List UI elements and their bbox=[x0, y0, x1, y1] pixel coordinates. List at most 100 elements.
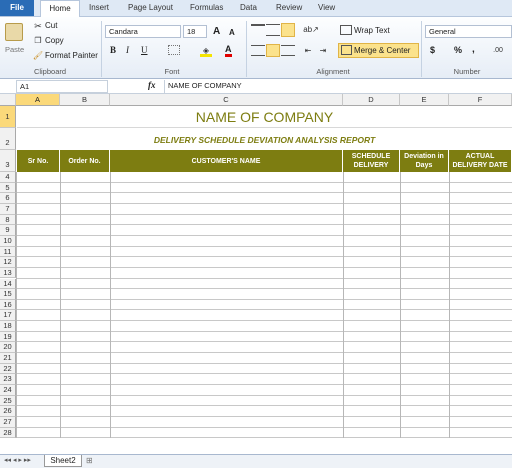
row-header[interactable]: 12 bbox=[0, 257, 16, 268]
header-order-no[interactable]: Order No. bbox=[60, 150, 110, 172]
row-header[interactable]: 15 bbox=[0, 289, 16, 300]
new-sheet-icon[interactable]: ⊞ bbox=[86, 456, 93, 465]
name-box[interactable]: A1 bbox=[16, 80, 108, 93]
row-header[interactable]: 21 bbox=[0, 353, 16, 364]
increase-indent-icon[interactable]: ⇥ bbox=[317, 45, 329, 57]
col-header-c[interactable]: C bbox=[110, 94, 343, 106]
row-gridline bbox=[17, 394, 512, 396]
col-header-f[interactable]: F bbox=[449, 94, 512, 106]
insert-function-button[interactable]: fx bbox=[148, 80, 156, 90]
row-header[interactable]: 16 bbox=[0, 299, 16, 311]
row-header[interactable]: 6 bbox=[0, 193, 16, 204]
row-header[interactable]: 22 bbox=[0, 363, 16, 375]
merge-center-button[interactable]: Merge & Center bbox=[354, 46, 410, 55]
row-header[interactable]: 27 bbox=[0, 416, 16, 428]
fill-color-icon[interactable]: ◈ bbox=[200, 45, 212, 57]
shrink-font-button[interactable]: A bbox=[229, 28, 235, 37]
row-header[interactable]: 18 bbox=[0, 321, 16, 332]
row-header[interactable]: 19 bbox=[0, 331, 16, 343]
tab-review[interactable]: Review bbox=[276, 3, 302, 12]
row-header[interactable]: 20 bbox=[0, 342, 16, 354]
decrease-indent-icon[interactable]: ⇤ bbox=[302, 45, 314, 57]
column-gridline bbox=[343, 172, 344, 439]
col-header-d[interactable]: D bbox=[343, 94, 400, 106]
alignment-group-label: Alignment bbox=[316, 67, 350, 76]
company-name-cell[interactable]: NAME OF COMPANY bbox=[17, 106, 512, 128]
row-header[interactable]: 7 bbox=[0, 203, 16, 215]
tab-page-layout[interactable]: Page Layout bbox=[128, 3, 173, 12]
row-header[interactable]: 13 bbox=[0, 267, 16, 279]
row-header[interactable]: 3 bbox=[0, 150, 16, 172]
row-header[interactable]: 8 bbox=[0, 214, 16, 226]
font-size-select[interactable]: 18 bbox=[183, 25, 207, 38]
increase-decimal-icon[interactable]: .00 bbox=[488, 45, 508, 57]
borders-icon[interactable] bbox=[168, 45, 180, 55]
number-format-select[interactable]: General bbox=[425, 25, 512, 38]
font-color-button[interactable]: A bbox=[225, 44, 232, 57]
row-gridline bbox=[17, 384, 512, 385]
tab-home[interactable]: Home bbox=[40, 0, 80, 17]
sheet-nav-arrows-icon[interactable]: ◂◂ ◂ ▸ ▸▸ bbox=[4, 456, 31, 464]
ribbon: Paste ✂ Cut ❐ Copy 🖌 Format Painter Clip… bbox=[0, 17, 512, 79]
col-header-e[interactable]: E bbox=[400, 94, 449, 106]
column-gridline bbox=[110, 172, 111, 439]
header-deviation-days[interactable]: Deviation in Days bbox=[400, 150, 449, 172]
orientation-icon[interactable]: ab↗ bbox=[303, 24, 319, 36]
row-gridline bbox=[17, 256, 512, 258]
align-center-icon[interactable] bbox=[266, 44, 280, 57]
cut-button[interactable]: Cut bbox=[45, 21, 57, 30]
tab-insert[interactable]: Insert bbox=[89, 3, 109, 12]
currency-button[interactable]: $ bbox=[430, 45, 435, 55]
align-right-icon[interactable] bbox=[281, 45, 295, 56]
comma-button[interactable]: , bbox=[472, 44, 475, 55]
align-top-icon[interactable] bbox=[251, 24, 265, 36]
report-title-cell[interactable]: DELIVERY SCHEDULE DEVIATION ANALYSIS REP… bbox=[17, 128, 512, 150]
tab-file[interactable]: File bbox=[0, 0, 34, 16]
header-sr-no[interactable]: Sr No. bbox=[17, 150, 60, 172]
header-schedule-delivery[interactable]: SCHEDULE DELIVERY bbox=[343, 150, 400, 172]
column-gridline bbox=[60, 172, 61, 439]
row-header[interactable]: 4 bbox=[0, 172, 16, 183]
header-actual-delivery-date[interactable]: ACTUAL DELIVERY DATE bbox=[449, 150, 512, 172]
grow-font-button[interactable]: A bbox=[213, 26, 220, 37]
row-header[interactable]: 5 bbox=[0, 182, 16, 194]
row-gridline bbox=[17, 181, 512, 183]
row-header[interactable]: 25 bbox=[0, 395, 16, 407]
sheet-tab-active[interactable]: Sheet2 bbox=[44, 455, 82, 467]
row-header[interactable]: 2 bbox=[0, 128, 16, 150]
col-header-b[interactable]: B bbox=[60, 94, 110, 106]
align-bottom-icon[interactable] bbox=[281, 23, 295, 37]
underline-button[interactable]: U bbox=[141, 45, 148, 55]
row-header[interactable]: 14 bbox=[0, 278, 16, 290]
header-customer-name[interactable]: CUSTOMER'S NAME bbox=[110, 150, 343, 172]
format-painter-button[interactable]: Format Painter bbox=[45, 51, 98, 60]
row-header[interactable]: 23 bbox=[0, 374, 16, 385]
tab-formulas[interactable]: Formulas bbox=[190, 3, 223, 12]
bold-button[interactable]: B bbox=[110, 45, 116, 55]
italic-button[interactable]: I bbox=[126, 45, 129, 55]
font-name-select[interactable]: Candara bbox=[105, 25, 181, 38]
align-left-icon[interactable] bbox=[251, 45, 265, 56]
paste-button[interactable]: Paste bbox=[5, 45, 24, 54]
tab-view[interactable]: View bbox=[318, 3, 335, 12]
copy-button[interactable]: Copy bbox=[45, 36, 64, 45]
row-header[interactable]: 28 bbox=[0, 427, 16, 439]
row-header[interactable]: 11 bbox=[0, 246, 16, 258]
select-all-corner[interactable] bbox=[0, 94, 16, 106]
row-header[interactable]: 9 bbox=[0, 225, 16, 236]
paste-icon[interactable] bbox=[5, 23, 23, 41]
row-header[interactable]: 10 bbox=[0, 235, 16, 247]
row-header[interactable]: 24 bbox=[0, 385, 16, 396]
tab-data[interactable]: Data bbox=[240, 3, 257, 12]
percent-button[interactable]: % bbox=[454, 45, 462, 55]
row-header[interactable]: 17 bbox=[0, 310, 16, 322]
formula-input[interactable]: NAME OF COMPANY bbox=[164, 80, 512, 93]
align-middle-icon[interactable] bbox=[266, 24, 280, 36]
row-gridline bbox=[17, 298, 512, 300]
row-header[interactable]: 26 bbox=[0, 406, 16, 417]
wrap-text-button[interactable]: Wrap Text bbox=[354, 26, 390, 35]
worksheet-grid[interactable]: A B C D E F 1 2 3 NAME OF COMPANY DELIVE… bbox=[0, 94, 512, 454]
row-header[interactable]: 1 bbox=[0, 106, 16, 128]
ribbon-tabs: File Home Insert Page Layout Formulas Da… bbox=[0, 0, 512, 17]
col-header-a[interactable]: A bbox=[16, 94, 60, 106]
